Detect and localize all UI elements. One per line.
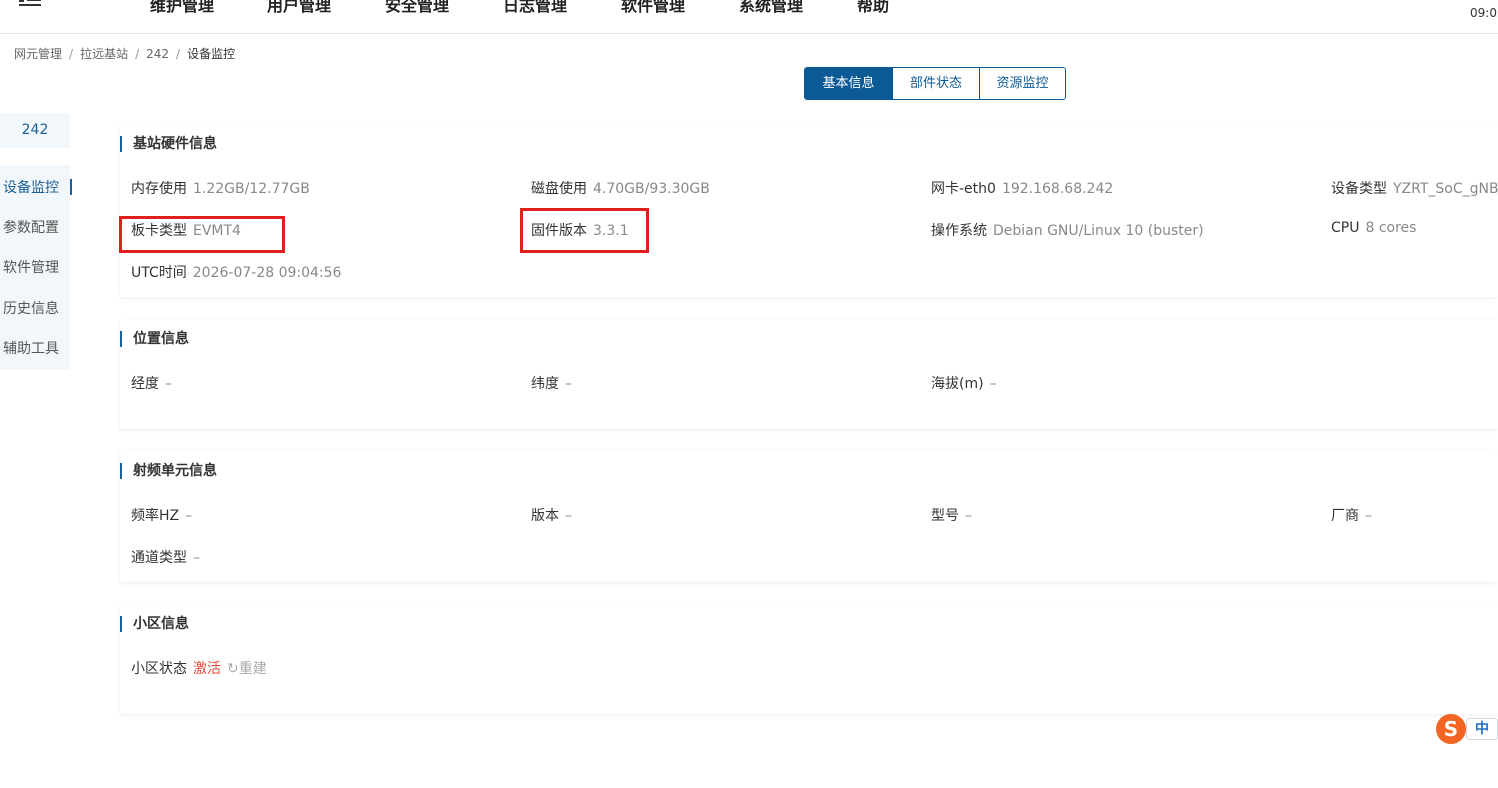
breadcrumb-current: 设备监控: [187, 47, 236, 61]
ime-widget[interactable]: S 中: [1436, 714, 1498, 744]
rf-vendor: 厂商 –: [1331, 508, 1372, 524]
device-type: 设备类型 YZRT_SoC_gNB: [1331, 181, 1498, 197]
side-item-history[interactable]: 历史信息: [3, 298, 59, 318]
tab-resource-monitor[interactable]: 资源监控: [979, 68, 1065, 99]
memory-usage: 内存使用 1.22GB/12.77GB: [131, 181, 310, 197]
side-item-software[interactable]: 软件管理: [3, 257, 59, 277]
nav-software[interactable]: 软件管理: [621, 0, 685, 16]
device-name-badge: 242: [0, 113, 70, 148]
cell-status: 小区状态 激活 ↻重建: [131, 661, 267, 677]
clock: 09:05: [1470, 6, 1498, 20]
nav-logs[interactable]: 日志管理: [503, 0, 567, 16]
nav-user-management[interactable]: 用户管理: [267, 0, 331, 16]
side-active-indicator: [70, 179, 72, 195]
latitude: 纬度 –: [531, 376, 572, 392]
tab-component-status[interactable]: 部件状态: [892, 68, 979, 99]
rebuild-button[interactable]: ↻重建: [227, 661, 267, 677]
rf-unit-title: 射频单元信息: [120, 463, 217, 479]
view-tabs: 基本信息 部件状态 资源监控: [804, 67, 1066, 100]
breadcrumb: 网元管理 / 拉远基站/242/设备监控: [14, 47, 236, 61]
nav-security[interactable]: 安全管理: [385, 0, 449, 16]
cpu-info: CPU 8 cores: [1331, 220, 1417, 236]
rf-channel-type: 通道类型 –: [131, 550, 200, 566]
disk-usage: 磁盘使用 4.70GB/93.30GB: [531, 181, 710, 197]
nic-eth0: 网卡-eth0 192.168.68.242: [931, 181, 1114, 197]
rf-version: 版本 –: [531, 508, 572, 524]
side-menu: 设备监控 参数配置 软件管理 历史信息 辅助工具: [0, 165, 70, 370]
longitude: 经度 –: [131, 376, 172, 392]
nav-maintenance[interactable]: 维护管理: [150, 0, 214, 16]
nav-help[interactable]: 帮助: [857, 0, 889, 16]
cell-status-value: 激活: [193, 661, 221, 677]
hardware-info-title: 基站硬件信息: [120, 136, 217, 152]
location-info-card: 位置信息 经度 – 纬度 – 海拔(m) –: [120, 319, 1498, 429]
location-info-title: 位置信息: [120, 331, 189, 347]
side-item-param-config[interactable]: 参数配置: [3, 217, 59, 237]
nav-system[interactable]: 系统管理: [739, 0, 803, 16]
utc-time: UTC时间 2026-07-28 09:04:56: [131, 265, 342, 281]
side-item-tools[interactable]: 辅助工具: [3, 338, 59, 358]
cell-info-card: 小区信息 小区状态 激活 ↻重建: [120, 604, 1498, 714]
menu-toggle-icon[interactable]: [19, 0, 41, 12]
refresh-icon: ↻: [227, 661, 239, 677]
operating-system: 操作系统 Debian GNU/Linux 10 (buster): [931, 223, 1204, 239]
rf-model: 型号 –: [931, 508, 972, 524]
tab-basic-info[interactable]: 基本信息: [805, 68, 892, 99]
cell-info-title: 小区信息: [120, 616, 189, 632]
hardware-info-card: 基站硬件信息 内存使用 1.22GB/12.77GB 磁盘使用 4.70GB/93.…: [120, 124, 1498, 297]
top-navbar: 维护管理 用户管理 安全管理 日志管理 软件管理 系统管理 帮助 09:05: [0, 0, 1498, 34]
breadcrumb-device[interactable]: 242: [146, 47, 169, 61]
side-item-device-monitor[interactable]: 设备监控: [3, 177, 59, 197]
board-type-highlight: [119, 216, 285, 253]
altitude: 海拔(m) –: [931, 376, 997, 392]
sogou-logo-icon: S: [1436, 714, 1466, 744]
firmware-version-highlight: [520, 208, 649, 253]
breadcrumb-remote-station[interactable]: 拉远基站: [80, 47, 128, 61]
ime-language-toggle[interactable]: 中: [1466, 718, 1498, 740]
rf-unit-card: 射频单元信息 频率HZ – 版本 – 型号 – 厂商 – 通道类型 –: [120, 451, 1498, 582]
rf-frequency: 频率HZ –: [131, 508, 193, 524]
breadcrumb-ne-management[interactable]: 网元管理: [14, 47, 62, 61]
